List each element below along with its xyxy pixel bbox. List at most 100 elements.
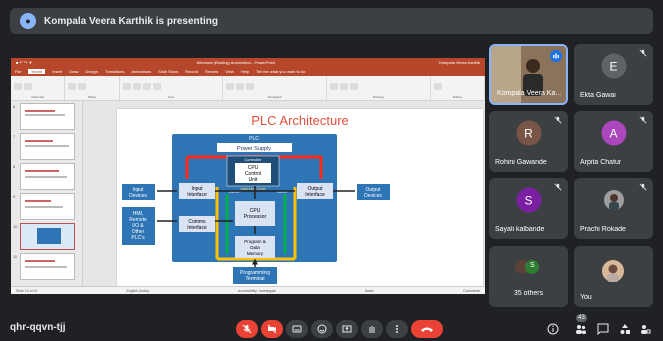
meeting-details-button[interactable] — [546, 322, 560, 336]
participant-photo-icon — [604, 190, 624, 210]
participant-tile-presenter[interactable]: Kompala Veera Ka... — [489, 44, 568, 105]
people-button[interactable] — [574, 322, 588, 336]
tell-me-box[interactable]: Tell me what you want to do — [256, 69, 305, 74]
menu-design[interactable]: Design — [85, 69, 97, 74]
cpu-processor-line: Processor — [244, 214, 267, 220]
status-comments[interactable]: Comments — [463, 289, 480, 293]
participant-tile[interactable]: E Ekta Gawai — [574, 44, 653, 105]
captions-button[interactable] — [286, 320, 308, 338]
slide-thumb-number: 6 — [13, 104, 16, 109]
menu-file[interactable]: File — [15, 69, 21, 74]
programming-terminal-line: Terminal — [246, 276, 265, 282]
slide-title: PLC Architecture — [251, 113, 349, 128]
menu-review[interactable]: Review — [205, 69, 218, 74]
slide-thumb-number: 11 — [13, 254, 18, 259]
ppt-quick-access: ■ ↶ ↷ ▼ — [16, 60, 33, 65]
ribbon-label-slides: Slides — [87, 95, 97, 99]
participant-name: Rohini Gawande — [495, 159, 547, 166]
slide-thumb[interactable]: 6 — [13, 103, 75, 130]
ribbon-group-clipboard: Clipboard — [11, 76, 66, 100]
participant-count-badge: 43 — [576, 314, 587, 322]
participant-name: You — [580, 294, 592, 301]
menu-view[interactable]: View — [225, 69, 234, 74]
ribbon-label-clipboard: Clipboard — [31, 95, 45, 99]
ribbon-label-editing: Editing — [452, 95, 462, 99]
more-options-button[interactable] — [386, 320, 408, 338]
participant-tile-self[interactable]: You — [574, 246, 653, 307]
participant-avatar: R — [516, 120, 541, 146]
menu-draw[interactable]: Draw — [69, 69, 78, 74]
camera-off-icon — [267, 324, 277, 334]
menu-home[interactable]: Home — [28, 69, 46, 74]
mic-off-icon — [242, 324, 252, 334]
status-notes[interactable]: Notes — [365, 289, 374, 293]
speaking-indicator-icon — [550, 50, 562, 62]
mic-muted-icon — [639, 116, 647, 124]
menu-help[interactable]: Help — [241, 69, 249, 74]
leave-call-button[interactable] — [411, 320, 443, 338]
slide-thumbnails: 6 7 8 9 10 11 — [11, 101, 83, 286]
input-devices-line: Devices — [129, 193, 147, 199]
ppt-window-title: Windows (Binding) Automation - PowerPoin… — [196, 60, 275, 65]
present-screen-icon — [342, 325, 352, 333]
hang-up-icon — [421, 327, 433, 332]
mic-muted-icon — [639, 183, 647, 191]
present-button[interactable] — [336, 320, 358, 338]
participant-avatar: E — [601, 53, 626, 79]
participant-tile[interactable]: S Sayali kalbande — [489, 178, 568, 239]
ribbon-group-slides: Slides — [65, 76, 120, 100]
comms-interface-line: Interface — [187, 225, 207, 231]
slide-thumb[interactable]: 9 — [13, 193, 75, 220]
current-slide[interactable]: PLC Architecture PLC Power Supply POWER — [117, 109, 483, 288]
more-vert-icon — [396, 325, 398, 333]
reactions-button[interactable] — [311, 320, 333, 338]
menu-insert[interactable]: Insert — [52, 69, 62, 74]
slide-thumb[interactable]: 11 — [13, 253, 75, 280]
shared-screen[interactable]: ■ ↶ ↷ ▼ Windows (Binding) Automation - P… — [11, 58, 485, 294]
captions-icon — [292, 325, 302, 333]
output-interface-line: Interface — [305, 192, 325, 198]
slide-thumb-number: 9 — [13, 194, 16, 199]
mic-toggle-button[interactable] — [236, 320, 258, 338]
host-controls-button[interactable] — [638, 322, 652, 336]
participant-tile-others[interactable]: S 35 others — [489, 246, 568, 307]
mic-muted-icon — [639, 49, 647, 57]
menu-animations[interactable]: Animations — [131, 69, 151, 74]
participant-tile[interactable]: Prachi Rokade — [574, 178, 653, 239]
slide-thumb[interactable]: 8 — [13, 163, 75, 190]
participant-name: 35 others — [513, 290, 544, 297]
activities-button[interactable] — [618, 322, 632, 336]
emoji-icon — [317, 324, 327, 334]
presenter-avatar-icon: ● — [20, 13, 36, 29]
ribbon-group-drawing: Drawing — [327, 76, 431, 100]
mic-muted-icon — [554, 116, 562, 124]
meeting-code: qhr-qqvn-tjj — [10, 322, 66, 333]
info-icon — [547, 323, 559, 335]
slide-thumb-number: 8 — [13, 164, 16, 169]
participant-tile[interactable]: A Arpita Chatur — [574, 111, 653, 172]
chat-button[interactable] — [596, 322, 610, 336]
ppt-ribbon: Clipboard Slides Font Paragraph Drawing … — [11, 76, 485, 101]
cpu-control-unit-line: Unit — [249, 177, 259, 183]
power-supply-label: Power Supply — [237, 146, 271, 152]
participant-name: Kompala Veera Ka... — [497, 90, 562, 97]
chat-icon — [597, 323, 609, 335]
status-language: English (India) — [126, 288, 149, 293]
self-photo-icon — [602, 260, 624, 282]
hand-icon — [369, 326, 375, 333]
ppt-title-bar: ■ ↶ ↷ ▼ Windows (Binding) Automation - P… — [11, 58, 485, 67]
menu-record[interactable]: Record — [185, 69, 198, 74]
menu-slide-show[interactable]: Slide Show — [158, 69, 178, 74]
camera-toggle-button[interactable] — [261, 320, 283, 338]
raise-hand-button[interactable] — [361, 320, 383, 338]
lock-person-icon — [641, 325, 651, 334]
slide-thumb[interactable]: 7 — [13, 133, 75, 160]
slide-thumb-selected[interactable]: 10 — [13, 223, 75, 250]
participant-avatar: A — [601, 120, 626, 146]
ppt-account: Kompala Veera Karthik — [439, 60, 480, 65]
status-accessibility[interactable]: Accessibility: Investigate — [238, 289, 276, 293]
others-avatar-initial: S — [530, 262, 535, 269]
controller-label: Controller — [244, 157, 262, 162]
participant-tile[interactable]: R Rohini Gawande — [489, 111, 568, 172]
menu-transitions[interactable]: Transitions — [105, 69, 124, 74]
